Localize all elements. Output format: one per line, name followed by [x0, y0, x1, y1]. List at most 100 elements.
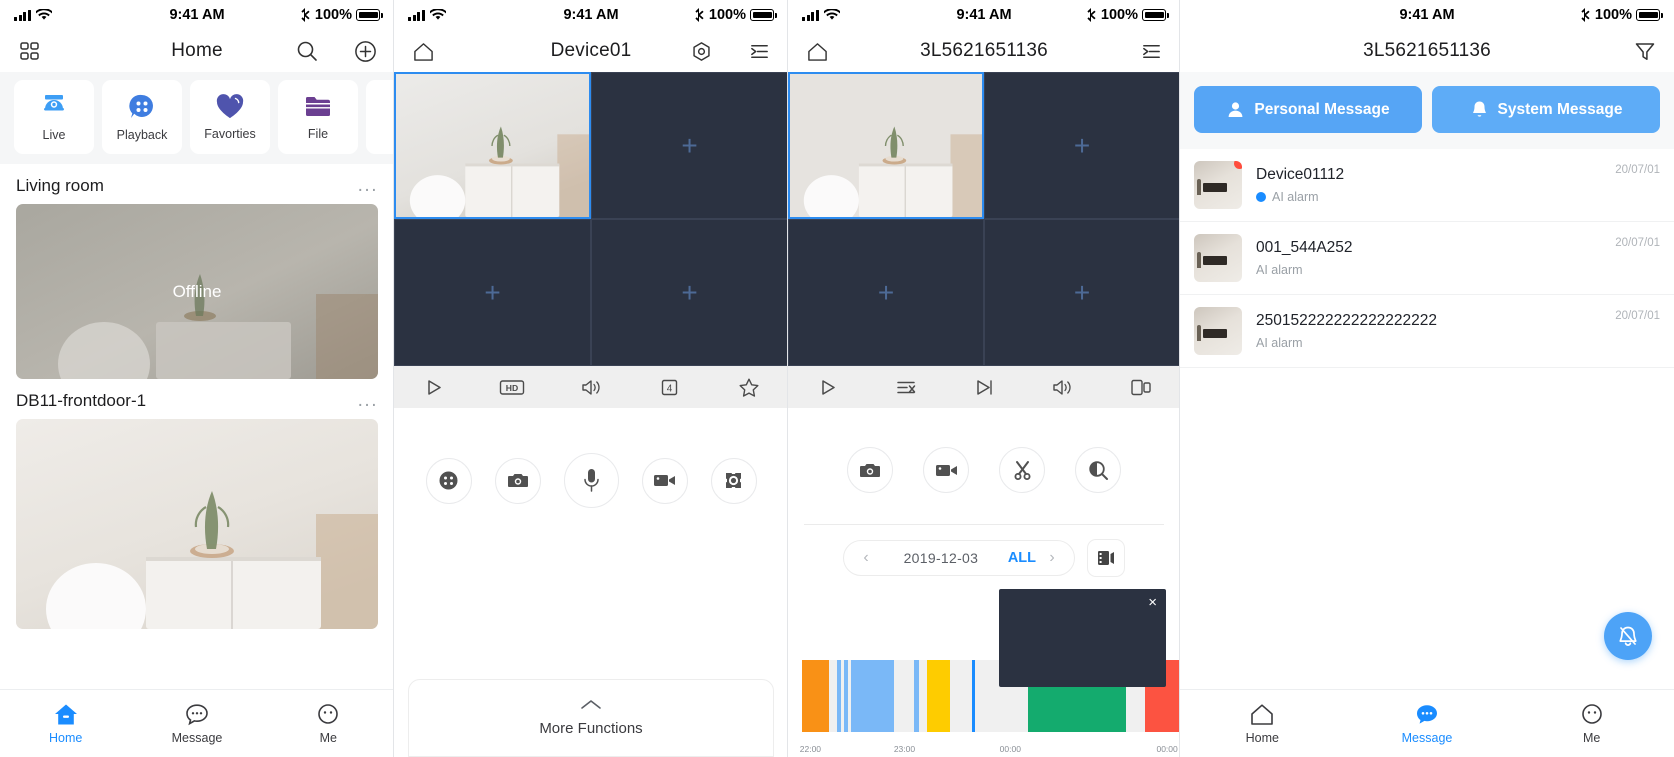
playback-cell-4[interactable]: + — [984, 219, 1180, 366]
battery-percent: 100% — [314, 7, 352, 23]
add-channel-icon[interactable]: + — [681, 131, 697, 160]
volume-icon[interactable] — [1023, 378, 1101, 397]
filter-icon[interactable] — [1632, 38, 1658, 64]
quick-actions-list: Live Playback Favorties File Door — [0, 80, 394, 154]
playback-icon — [129, 94, 153, 118]
device-controls — [394, 408, 788, 508]
filter-all-button[interactable]: ALL — [1008, 550, 1044, 566]
record-button[interactable] — [641, 457, 688, 504]
quick-action-playback[interactable]: Playback — [102, 80, 182, 154]
add-channel-icon[interactable]: + — [1074, 131, 1090, 160]
bell-icon — [1472, 101, 1486, 117]
speed-icon[interactable] — [866, 378, 944, 397]
section-menu-icon[interactable]: ... — [358, 176, 378, 195]
film-list-button[interactable] — [1087, 539, 1125, 577]
mic-button[interactable] — [563, 453, 619, 508]
play-icon[interactable] — [394, 378, 473, 397]
plus-circle-icon[interactable] — [352, 38, 378, 64]
tab-label: Message — [171, 730, 223, 745]
camera-card-living-room[interactable]: Offline — [16, 204, 378, 379]
more-functions-panel[interactable]: More Functions — [408, 679, 774, 757]
close-icon[interactable]: × — [1148, 595, 1157, 610]
ptz-button[interactable] — [425, 457, 472, 504]
message-title: Device01112 — [1256, 166, 1345, 183]
quick-action-file[interactable]: File — [278, 80, 358, 154]
bluetooth-icon — [695, 8, 704, 22]
message-subtitle: AI alarm — [1256, 263, 1303, 277]
tab-label: Personal Message — [1254, 100, 1390, 118]
message-row[interactable]: 001_544A252 AI alarm 20/07/01 — [1180, 222, 1674, 295]
add-channel-icon[interactable]: + — [1074, 278, 1090, 307]
playback-cell-3[interactable]: + — [788, 219, 984, 366]
add-channel-icon[interactable]: + — [878, 278, 894, 307]
tab-system-message[interactable]: System Message — [1432, 86, 1660, 133]
next-day-button[interactable]: › — [1044, 549, 1060, 567]
playback-cell-2[interactable]: + — [984, 72, 1180, 219]
message-row[interactable]: Device01112 AI alarm 20/07/01 — [1180, 149, 1674, 222]
tab-home[interactable]: Home — [0, 703, 131, 745]
message-icon — [1417, 704, 1437, 724]
message-row[interactable]: 250152222222222222222 AI alarm 20/07/01 — [1180, 295, 1674, 368]
home-icon[interactable] — [804, 38, 830, 64]
tab-message[interactable]: Message — [1345, 703, 1510, 745]
volume-icon[interactable] — [552, 378, 631, 397]
split-4-icon[interactable]: 4 — [630, 378, 709, 397]
playback-controls — [788, 408, 1180, 493]
message-title: 001_544A252 — [1256, 239, 1353, 256]
camera-card-db11[interactable] — [16, 419, 378, 629]
video-cell-2[interactable]: + — [591, 72, 788, 219]
message-icon — [186, 703, 208, 725]
snapshot-button[interactable] — [494, 457, 541, 504]
grid-icon[interactable] — [16, 38, 42, 64]
quick-action-favorties[interactable]: Favorties — [190, 80, 270, 154]
panel-home: 9:41 AM 100% Home Live Playback Favortie… — [0, 0, 394, 757]
tab-me[interactable]: Me — [1509, 703, 1674, 745]
gear-hex-icon[interactable] — [688, 38, 714, 64]
chevron-up-icon — [581, 700, 601, 709]
video-cell-3[interactable]: + — [394, 219, 591, 366]
clip-button[interactable] — [999, 447, 1045, 493]
prev-day-button[interactable]: ‹ — [858, 549, 874, 567]
add-channel-icon[interactable]: + — [484, 278, 500, 307]
hd-icon[interactable]: HD — [473, 378, 552, 397]
tab-home[interactable]: Home — [1180, 703, 1345, 745]
video-stream-thumbnail — [790, 74, 982, 217]
record-icon — [935, 464, 957, 476]
device-icon[interactable] — [1102, 378, 1180, 397]
tick-label: 23:00 — [893, 744, 916, 754]
alarm-bell-icon — [1619, 626, 1637, 646]
quick-action-door[interactable]: Door — [366, 80, 394, 154]
star-icon[interactable] — [709, 377, 788, 398]
bluetooth-icon — [1087, 8, 1096, 22]
section-header-db11: DB11-frontdoor-1 ... — [0, 379, 394, 419]
video-cell-4[interactable]: + — [591, 219, 788, 366]
tab-message[interactable]: Message — [131, 703, 262, 745]
section-menu-icon[interactable]: ... — [358, 391, 378, 410]
snapshot-button[interactable] — [847, 447, 893, 493]
play-icon[interactable] — [788, 378, 866, 397]
more-functions-label: More Functions — [539, 720, 643, 737]
bluetooth-icon — [301, 8, 310, 22]
alarm-fab-button[interactable] — [1604, 612, 1652, 660]
quick-action-label: Favorties — [204, 127, 256, 141]
tab-personal-message[interactable]: Personal Message — [1194, 86, 1422, 133]
zoom-button[interactable] — [1075, 447, 1121, 493]
list-icon[interactable] — [1138, 38, 1164, 64]
search-icon[interactable] — [294, 38, 320, 64]
message-title: 250152222222222222222 — [1256, 312, 1438, 329]
mic-icon — [583, 469, 599, 492]
record-button[interactable] — [923, 447, 969, 493]
home-icon[interactable] — [410, 38, 436, 64]
list-icon[interactable] — [746, 38, 772, 64]
video-cell-1[interactable] — [394, 72, 591, 219]
date-selector[interactable]: ‹ 2019-12-03 ALL › — [843, 540, 1075, 576]
playback-cell-1[interactable] — [788, 72, 984, 219]
add-channel-icon[interactable]: + — [681, 278, 697, 307]
section-title: DB11-frontdoor-1 — [16, 391, 147, 410]
quick-action-live[interactable]: Live — [14, 80, 94, 154]
message-tabs: Personal Message System Message — [1180, 72, 1674, 149]
target-button[interactable] — [710, 457, 757, 504]
preview-popup[interactable]: × — [999, 589, 1166, 687]
tab-me[interactable]: Me — [263, 703, 394, 745]
next-frame-icon[interactable] — [945, 378, 1023, 397]
